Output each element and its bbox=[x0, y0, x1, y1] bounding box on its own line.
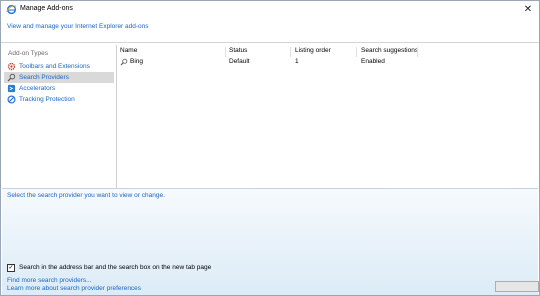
window-close-button[interactable]: ✕ bbox=[517, 1, 539, 18]
sidebar-item-label: Tracking Protection bbox=[19, 96, 75, 103]
provider-search-suggestions: Enabled bbox=[361, 58, 385, 65]
accelerator-icon bbox=[7, 84, 16, 93]
column-header-name[interactable]: Name bbox=[120, 47, 137, 57]
provider-listing-order: 1 bbox=[295, 58, 299, 65]
gear-icon bbox=[7, 62, 16, 71]
sidebar-item-label: Accelerators bbox=[19, 85, 56, 92]
sidebar-item-label: Toolbars and Extensions bbox=[19, 63, 90, 70]
internet-explorer-icon bbox=[6, 4, 17, 15]
title-bar: Manage Add-ons ✕ bbox=[1, 1, 539, 19]
provider-name: Bing bbox=[130, 58, 144, 65]
sidebar-item-search-providers[interactable]: Search Providers bbox=[4, 72, 114, 83]
column-header-status[interactable]: Status bbox=[229, 47, 247, 57]
sidebar-item-accelerators[interactable]: Accelerators bbox=[4, 83, 114, 94]
provider-status: Default bbox=[229, 58, 250, 65]
sidebar-item-tracking-protection[interactable]: Tracking Protection bbox=[4, 94, 114, 105]
column-separator[interactable] bbox=[356, 47, 357, 57]
search-address-bar-label: Search in the address bar and the search… bbox=[19, 264, 212, 271]
search-icon bbox=[120, 58, 128, 66]
search-providers-list: Name Status Listing order Search suggest… bbox=[117, 45, 538, 188]
column-separator[interactable] bbox=[290, 47, 291, 57]
tracking-protection-icon bbox=[7, 95, 16, 104]
manage-addons-window: Manage Add-ons ✕ View and manage your In… bbox=[0, 0, 540, 296]
column-separator[interactable] bbox=[417, 47, 418, 57]
close-icon: ✕ bbox=[523, 4, 533, 15]
details-pane: Select the search provider you want to v… bbox=[2, 188, 539, 295]
check-icon: ✓ bbox=[8, 265, 14, 271]
view-manage-addons-link[interactable]: View and manage your Internet Explorer a… bbox=[7, 23, 149, 30]
search-address-bar-checkbox[interactable]: ✓ bbox=[7, 264, 15, 272]
column-header-listing-order[interactable]: Listing order bbox=[295, 47, 331, 57]
column-separator[interactable] bbox=[225, 47, 226, 57]
window-title: Manage Add-ons bbox=[20, 5, 73, 12]
addon-types-heading: Add-on Types bbox=[8, 50, 48, 57]
close-button[interactable] bbox=[495, 281, 539, 292]
sidebar-item-label: Search Providers bbox=[19, 74, 69, 81]
search-icon bbox=[7, 73, 16, 82]
find-more-providers-link[interactable]: Find more search providers... bbox=[7, 277, 92, 284]
learn-more-preferences-link[interactable]: Learn more about search provider prefere… bbox=[7, 285, 141, 292]
column-header-search-suggestions[interactable]: Search suggestions bbox=[361, 47, 418, 57]
sidebar-item-toolbars-extensions[interactable]: Toolbars and Extensions bbox=[4, 61, 114, 72]
addon-types-sidebar: Add-on Types Toolbars and Extensions Sea… bbox=[2, 45, 115, 187]
details-hint: Select the search provider you want to v… bbox=[7, 192, 165, 199]
header-divider bbox=[1, 42, 539, 43]
